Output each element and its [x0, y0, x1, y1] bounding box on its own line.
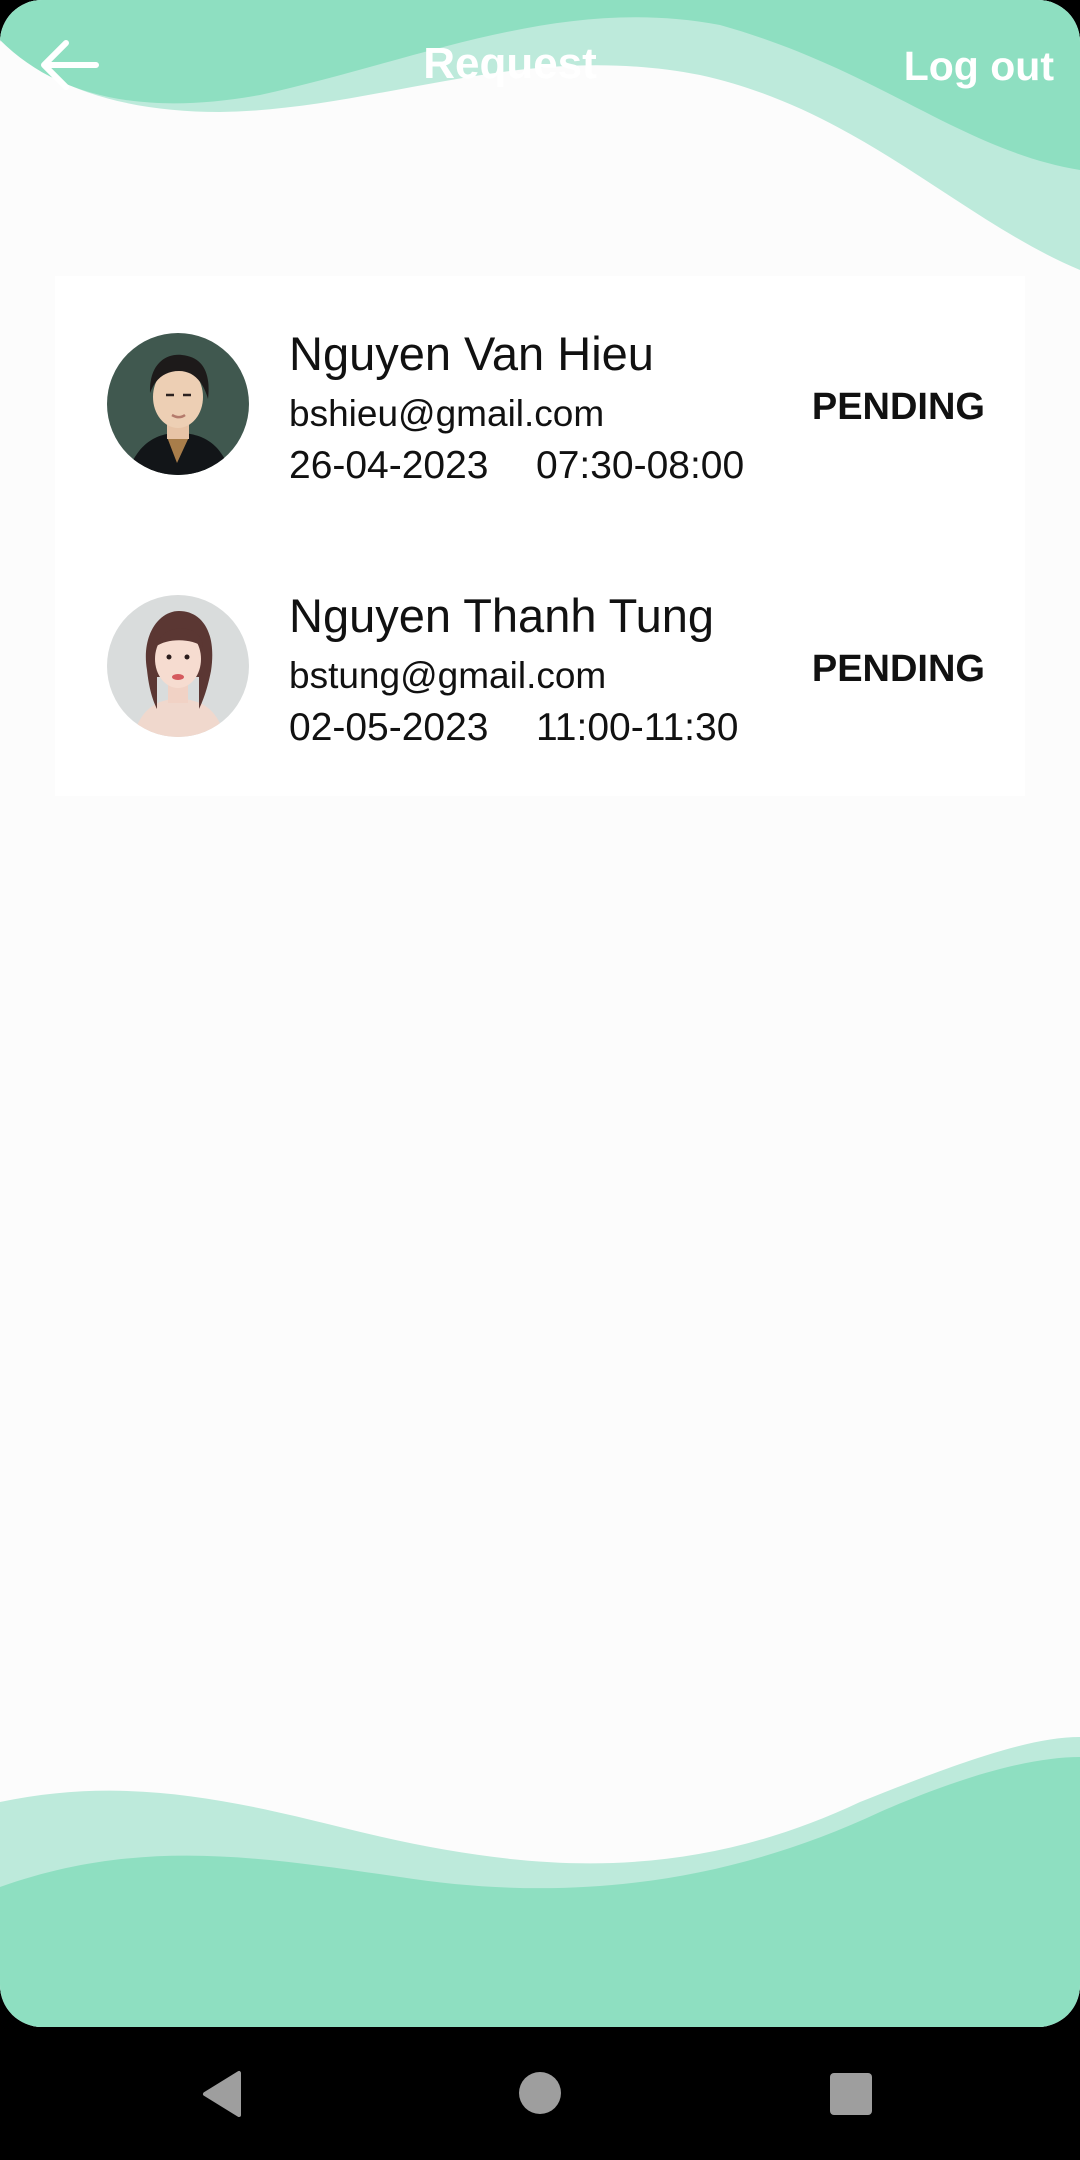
bottom-wave-decoration: [0, 1737, 1080, 2027]
avatar: [107, 595, 249, 737]
nav-recents-button[interactable]: [829, 2072, 873, 2121]
requester-email: bstung@gmail.com: [289, 655, 607, 696]
request-date: 02-05-2023: [289, 706, 489, 749]
app-screen: Request Log out Nguyen Van Hieu bshieu@g…: [0, 0, 1080, 2027]
requester-email: bshieu@gmail.com: [289, 393, 605, 434]
page-title: Request: [423, 39, 597, 88]
request-time: 11:00-11:30: [536, 706, 739, 749]
requester-name: Nguyen Thanh Tung: [289, 589, 715, 642]
circle-home-icon: [519, 2072, 561, 2114]
request-item[interactable]: Nguyen Thanh Tung bstung@gmail.com 02-05…: [55, 538, 1025, 749]
square-recents-icon: [830, 2073, 872, 2115]
back-button[interactable]: [30, 30, 110, 100]
status-badge: PENDING: [811, 386, 985, 428]
status-badge: PENDING: [811, 648, 985, 690]
logout-button[interactable]: Log out: [904, 38, 1054, 94]
triangle-back-icon: [203, 2071, 241, 2117]
request-item[interactable]: Nguyen Van Hieu bshieu@gmail.com 26-04-2…: [55, 276, 1025, 487]
requester-name: Nguyen Van Hieu: [289, 327, 654, 380]
request-time: 07:30-08:00: [536, 444, 745, 487]
nav-home-button[interactable]: [518, 2071, 562, 2120]
request-list: Nguyen Van Hieu bshieu@gmail.com 26-04-2…: [55, 276, 1025, 796]
avatar: [107, 333, 249, 475]
system-navigation-bar: [0, 2027, 1080, 2160]
nav-back-button[interactable]: [195, 2069, 245, 2124]
arrow-left-icon: [41, 40, 99, 90]
request-date: 26-04-2023: [289, 444, 489, 487]
